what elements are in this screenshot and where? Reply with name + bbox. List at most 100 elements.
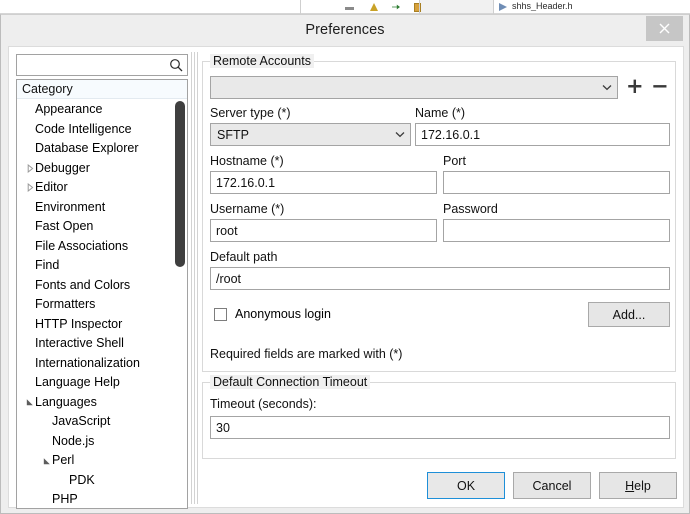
cancel-button[interactable]: Cancel <box>513 472 591 499</box>
tree-item-languages[interactable]: Languages <box>17 393 187 413</box>
tree-item-label: PHP <box>52 492 78 506</box>
username-label: Username (*) <box>210 202 285 216</box>
add-account-button[interactable]: + <box>626 76 644 97</box>
tree-item-label: Environment <box>35 199 106 214</box>
tree-item-pdk[interactable]: PDK <box>17 471 187 491</box>
remove-account-button[interactable]: − <box>651 76 669 97</box>
scrollbar-thumb[interactable] <box>175 101 185 267</box>
tree-item-node-js[interactable]: Node.js <box>17 432 187 452</box>
help-button[interactable]: Help <box>599 472 677 499</box>
ok-button[interactable]: OK <box>427 472 505 499</box>
search-icon[interactable] <box>166 58 186 72</box>
default-connection-timeout-group: Default Connection Timeout Timeout (seco… <box>202 375 676 459</box>
dash-icon <box>345 7 354 10</box>
add-button[interactable]: Add... <box>588 302 670 327</box>
anonymous-login-label: Anonymous login <box>235 307 331 321</box>
tree-item-label: Node.js <box>52 433 95 448</box>
account-select[interactable] <box>210 76 618 99</box>
chevron-right-icon[interactable] <box>23 178 37 198</box>
server-type-label: Server type (*) <box>210 106 291 120</box>
preferences-content-pane: Remote Accounts + − Server type (*) SFTP <box>202 52 678 504</box>
tree-item-label: JavaScript <box>52 414 111 428</box>
tree-item-formatters[interactable]: Formatters <box>17 295 187 315</box>
hostname-input[interactable] <box>210 171 437 194</box>
bg-tab-label: shhs_Header.h <box>512 1 573 11</box>
server-type-value: SFTP <box>217 127 249 142</box>
bg-divider-3 <box>493 0 494 14</box>
tree-item-code-intelligence[interactable]: Code Intelligence <box>17 120 187 140</box>
tree-item-http-inspector[interactable]: HTTP Inspector <box>17 315 187 335</box>
tree-item-appearance[interactable]: Appearance <box>17 100 187 120</box>
help-mnemonic: H <box>625 478 635 493</box>
dialog-title: Preferences <box>305 22 385 38</box>
chevron-down-icon <box>597 84 617 91</box>
timeout-input[interactable] <box>210 416 670 439</box>
search-input[interactable] <box>20 56 166 74</box>
dialog-titlebar: Preferences <box>1 15 689 46</box>
tree-item-file-associations[interactable]: File Associations <box>17 237 187 257</box>
preferences-dialog: Preferences Category Appearance Code Inte… <box>0 14 690 514</box>
tree-item-label: Interactive Shell <box>35 336 124 350</box>
panel-splitter[interactable] <box>191 52 201 504</box>
tree-item-label: Language Help <box>35 375 120 389</box>
tree-item-php[interactable]: PHP <box>17 490 187 508</box>
remote-accounts-group: Remote Accounts + − Server type (*) SFTP <box>202 54 676 372</box>
tree-item-javascript[interactable]: JavaScript <box>17 412 187 432</box>
default-path-input[interactable] <box>210 267 670 290</box>
category-tree-list[interactable]: Appearance Code Intelligence Database Expl… <box>17 99 187 508</box>
timeout-group-title: Default Connection Timeout <box>210 375 371 389</box>
tree-item-perl[interactable]: Perl <box>17 451 187 471</box>
tree-item-label: Appearance <box>35 102 103 116</box>
tree-item-language-help[interactable]: Language Help <box>17 373 187 393</box>
close-icon <box>659 23 670 34</box>
port-label: Port <box>443 154 466 168</box>
dialog-client-area: Category Appearance Code Intelligence Data… <box>8 46 684 509</box>
tree-item-find[interactable]: Find <box>17 256 187 276</box>
tree-item-label: PDK <box>69 472 95 487</box>
password-input[interactable] <box>443 219 670 242</box>
tree-vertical-scrollbar[interactable] <box>173 100 186 507</box>
category-tree-panel[interactable]: Category Appearance Code Intelligence Data… <box>16 79 188 509</box>
help-label-rest: elp <box>634 478 651 493</box>
tree-item-editor[interactable]: Editor <box>17 178 187 198</box>
tree-item-label: Formatters <box>35 297 96 311</box>
tree-item-label: Editor <box>35 180 68 194</box>
anonymous-login-checkbox[interactable] <box>214 307 227 321</box>
port-input[interactable] <box>443 171 670 194</box>
category-search-box[interactable] <box>16 54 188 76</box>
tree-item-label: Perl <box>52 453 75 467</box>
bg-divider-2 <box>419 0 420 14</box>
tree-item-label: Find <box>35 258 60 272</box>
tree-item-label: Database Explorer <box>35 141 139 155</box>
tree-item-interactive-shell[interactable]: Interactive Shell <box>17 334 187 354</box>
chevron-down-icon[interactable] <box>23 393 37 413</box>
tree-item-fast-open[interactable]: Fast Open <box>17 217 187 237</box>
tree-item-environment[interactable]: Environment <box>17 198 187 218</box>
close-button[interactable] <box>646 16 683 41</box>
hostname-label: Hostname (*) <box>210 154 284 168</box>
tree-item-label: Debugger <box>35 160 90 175</box>
chevron-down-icon <box>390 131 410 138</box>
chevron-right-icon[interactable] <box>23 159 37 179</box>
tree-item-label: Code Intelligence <box>35 121 132 136</box>
required-fields-note: Required fields are marked with (*) <box>210 347 403 361</box>
server-type-select[interactable]: SFTP <box>210 123 411 146</box>
tree-item-label: Languages <box>35 394 97 409</box>
bg-divider-1 <box>300 0 301 14</box>
default-path-label: Default path <box>210 250 278 264</box>
tree-column-header: Category <box>17 80 187 99</box>
tree-item-debugger[interactable]: Debugger <box>17 159 187 179</box>
tree-item-label: HTTP Inspector <box>35 316 123 331</box>
name-input[interactable] <box>415 123 670 146</box>
username-input[interactable] <box>210 219 437 242</box>
tree-item-label: Fonts and Colors <box>35 277 131 292</box>
tree-item-database-explorer[interactable]: Database Explorer <box>17 139 187 159</box>
bg-editor-pane-left <box>0 0 300 14</box>
bg-editor-pane-tabstrip <box>420 0 493 14</box>
chevron-down-icon[interactable] <box>40 451 54 471</box>
anonymous-login-checkbox-row[interactable]: Anonymous login <box>214 307 331 321</box>
remote-accounts-group-title: Remote Accounts <box>210 54 314 68</box>
password-label: Password <box>443 202 498 216</box>
tree-item-fonts-and-colors[interactable]: Fonts and Colors <box>17 276 187 296</box>
tree-item-internationalization[interactable]: Internationalization <box>17 354 187 374</box>
